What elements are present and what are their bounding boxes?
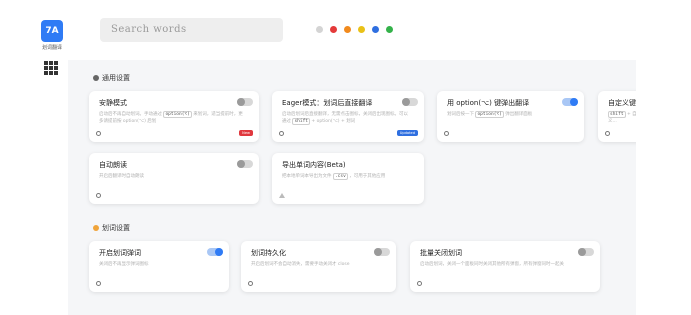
batch-close-toggle[interactable] <box>578 248 594 256</box>
card-persist-lookup: 划词持久化 开启后划词不会自动消失，需要手动关闭才 close <box>241 241 396 292</box>
card-description: 关闭后不再显示弹词图标 <box>99 262 149 267</box>
apps-grid-icon[interactable] <box>44 61 58 75</box>
gear-icon <box>93 75 99 81</box>
info-icon[interactable] <box>248 281 253 286</box>
section-general: 通用设置 <box>93 73 130 83</box>
sidebar: 7A 划词翻译 <box>0 0 69 315</box>
theme-color-yellow[interactable] <box>358 26 365 33</box>
section-word-title: 划词设置 <box>102 224 130 232</box>
info-icon[interactable] <box>96 281 101 286</box>
theme-color-green[interactable] <box>386 26 393 33</box>
card-description: 启动后划词后直接翻译，无需点击图标，关闭后出现图标。可以通过 shift + o… <box>282 112 408 125</box>
card-title: 安静模式 <box>99 99 127 107</box>
auto-read-toggle[interactable] <box>237 160 253 168</box>
card-title: 导出单词内容(Beta) <box>282 161 346 169</box>
section-general-title: 通用设置 <box>102 74 130 82</box>
info-icon[interactable] <box>96 131 101 136</box>
theme-color-blue[interactable] <box>372 26 379 33</box>
card-title: Eager模式：划词后直接翻译 <box>282 99 373 107</box>
eager-mode-toggle[interactable] <box>402 98 418 106</box>
card-description: 启动后划词，关闭一个面板同时关闭其他所有弹窗，所有弹窗同时一起关 <box>420 262 564 267</box>
theme-color-red[interactable] <box>330 26 337 33</box>
card-title: 划词持久化 <box>251 249 286 257</box>
info-icon[interactable] <box>444 131 449 136</box>
persist-toggle[interactable] <box>374 248 390 256</box>
theme-color-orange[interactable] <box>344 26 351 33</box>
card-description: 开启后翻译时自动朗读 <box>99 174 144 179</box>
card-eager-mode: Eager模式：划词后直接翻译 启动后划词后直接翻译，无需点击图标，关闭后出现图… <box>272 91 424 142</box>
info-icon[interactable] <box>605 131 610 136</box>
card-batch-close: 批量关闭划词 启动后划词，关闭一个面板同时关闭其他所有弹窗，所有弹窗同时一起关 <box>410 241 600 292</box>
quiet-mode-toggle[interactable] <box>237 98 253 106</box>
logo-text: 7A <box>45 26 59 36</box>
app-logo[interactable]: 7A <box>41 20 63 42</box>
card-description: 把本地单词本导出为文件 .csv ，可用于其他应用 <box>282 173 386 180</box>
warning-icon <box>279 193 285 198</box>
card-description: 开启后划词不会自动消失，需要手动关闭才 close <box>251 262 350 267</box>
card-export-words[interactable]: 导出单词内容(Beta) 把本地单词本导出为文件 .csv ，可用于其他应用 <box>272 153 424 204</box>
updated-badge: Updated <box>396 130 418 136</box>
card-auto-read: 自动朗读 开启后翻译时自动朗读 <box>89 153 259 204</box>
theme-color-gray[interactable] <box>316 26 323 33</box>
card-title: 用 option(⌥) 键弹出翻译 <box>447 99 530 107</box>
settings-panel: 通用设置 安静模式 启动后不再自动划词。手动通过 option(⌥) 来划词，适… <box>68 60 658 315</box>
card-quiet-mode: 安静模式 启动后不再自动划词。手动通过 option(⌥) 来划词，适当提前时，… <box>89 91 259 142</box>
folder-icon <box>93 225 99 231</box>
new-badge: New <box>239 130 253 136</box>
theme-color-picker <box>316 26 393 33</box>
card-description: 启动后不再自动划词。手动通过 option(⌥) 来划词，适当提前时，更多请提前… <box>99 111 243 124</box>
info-icon[interactable] <box>417 281 422 286</box>
card-title: 开启划词弹词 <box>99 249 141 257</box>
right-pane <box>636 60 691 315</box>
card-title: 批量关闭划词 <box>420 249 462 257</box>
info-icon[interactable] <box>279 131 284 136</box>
card-title: 自动朗读 <box>99 161 127 169</box>
option-trigger-toggle[interactable] <box>562 98 578 106</box>
app-logo-label: 划词翻译 <box>41 45 62 51</box>
open-lookup-toggle[interactable] <box>207 248 223 256</box>
card-open-lookup: 开启划词弹词 关闭后不再显示弹词图标 <box>89 241 229 292</box>
info-icon[interactable] <box>96 193 101 198</box>
section-word: 划词设置 <box>93 223 130 233</box>
card-option-trigger: 用 option(⌥) 键弹出翻译 划词后按一下 option(⌥) 弹出翻译面… <box>437 91 584 142</box>
card-description: 划词后按一下 option(⌥) 弹出翻译面板 <box>447 111 533 118</box>
search-input[interactable]: Search words <box>100 18 283 42</box>
